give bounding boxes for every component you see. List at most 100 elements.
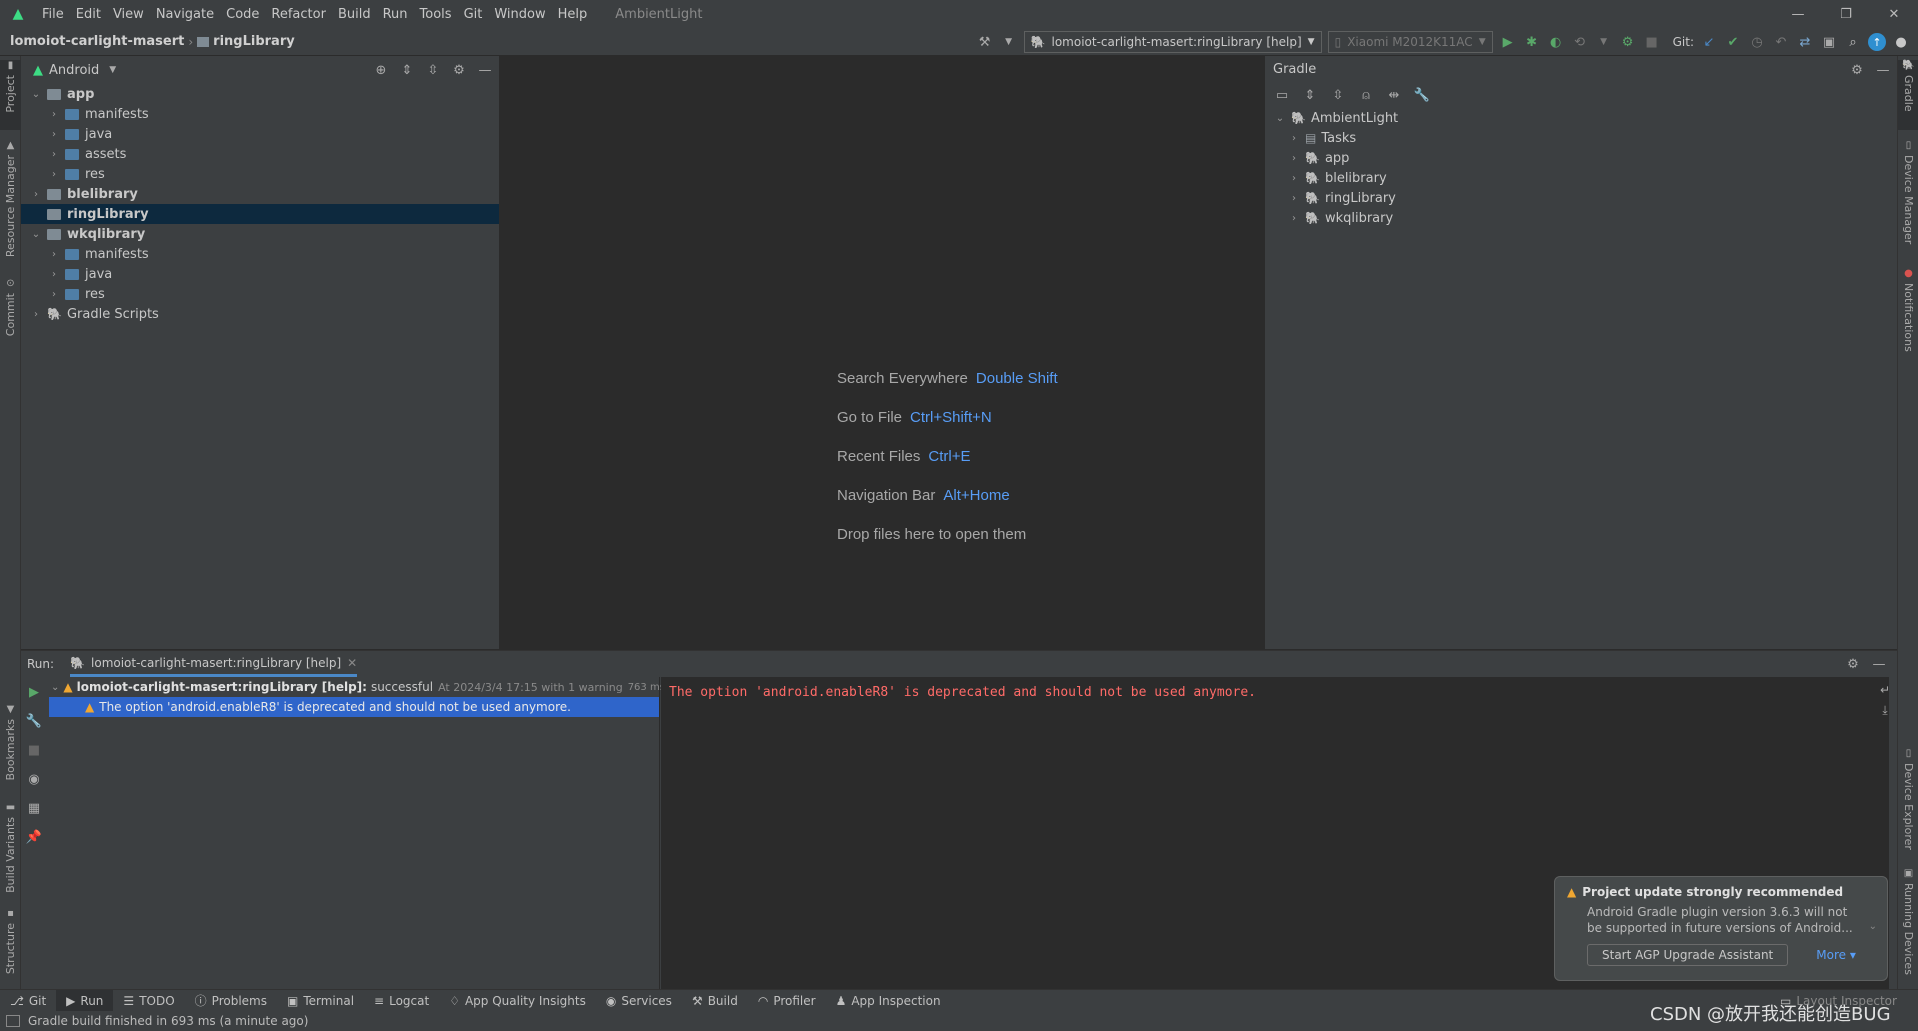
bottom-tab-terminal[interactable]: ▣ Terminal — [277, 990, 364, 1012]
menu-window[interactable]: Window — [488, 7, 551, 22]
run-play-icon[interactable]: ▶ — [1499, 33, 1517, 51]
locate-file-icon[interactable]: ⊕ — [373, 63, 389, 78]
project-tree-item[interactable]: › blelibrary — [21, 184, 499, 204]
tool-tab-device-manager[interactable]: ▯ Device Manager — [1898, 140, 1918, 260]
project-tree-item[interactable]: ⌄ wkqlibrary — [21, 224, 499, 244]
project-tree-item[interactable]: › assets — [21, 144, 499, 164]
menu-edit[interactable]: Edit — [70, 7, 107, 22]
expand-all-icon[interactable]: ⇕ — [1301, 88, 1319, 103]
chevron-right-icon[interactable]: › — [1287, 153, 1301, 164]
minimize-icon[interactable]: — — [1774, 0, 1822, 28]
profile-icon[interactable]: ⟲ — [1571, 33, 1589, 51]
stop-icon[interactable]: ■ — [28, 743, 40, 758]
git-commit-check-icon[interactable]: ✔ — [1724, 33, 1742, 51]
bottom-tab-app-quality-insights[interactable]: ♢ App Quality Insights — [439, 990, 596, 1012]
bottom-tab-run[interactable]: ▶ Run — [56, 989, 114, 1012]
debug-bug-icon[interactable]: ✱ — [1523, 33, 1541, 51]
device-manager-icon[interactable]: ▣ — [1820, 33, 1838, 51]
chevron-right-icon[interactable]: › — [1287, 173, 1301, 184]
run-configuration-select[interactable]: 🐘 lomoiot-carlight-masert:ringLibrary [h… — [1023, 31, 1322, 53]
build-result-row[interactable]: ⌄ ▲ lomoiot-carlight-masert:ringLibrary … — [49, 677, 665, 697]
chevron-down-icon[interactable]: ▼ — [1000, 33, 1018, 51]
restore-icon[interactable]: ❐ — [1822, 0, 1870, 28]
more-actions-link[interactable]: More ▾ — [1816, 948, 1856, 962]
tool-tab-project[interactable]: ▮ Project — [0, 60, 21, 130]
hide-panel-icon[interactable]: — — [477, 63, 493, 78]
menu-view[interactable]: View — [107, 7, 150, 22]
bottom-tab-app-inspection[interactable]: ♟ App Inspection — [826, 990, 951, 1012]
chevron-down-icon[interactable]: ⌄ — [29, 229, 43, 240]
gear-icon[interactable]: ⚙ — [1849, 63, 1865, 78]
git-update-icon[interactable]: ↙ — [1700, 33, 1718, 51]
account-avatar-icon[interactable]: ● — [1892, 33, 1910, 51]
project-tree-item[interactable]: › res — [21, 284, 499, 304]
menu-file[interactable]: File — [36, 7, 70, 22]
bottom-tab-logcat[interactable]: ≡ Logcat — [364, 990, 439, 1012]
gradle-tree-item[interactable]: › 🐘 wkqlibrary — [1265, 208, 1897, 228]
bottom-tab-todo[interactable]: ☰ TODO — [113, 990, 184, 1012]
git-history-icon[interactable]: ◷ — [1748, 33, 1766, 51]
status-toggle-icon[interactable] — [6, 1015, 20, 1027]
gear-icon[interactable]: ⚙ — [451, 63, 467, 78]
chevron-down-icon[interactable]: ⌄ — [1273, 113, 1287, 124]
pin-icon[interactable]: 📌 — [26, 830, 42, 845]
menu-git[interactable]: Git — [458, 7, 489, 22]
bottom-tab-build[interactable]: ⚒ Build — [682, 990, 748, 1012]
tool-tab-device-explorer[interactable]: ▯ Device Explorer — [1898, 748, 1918, 858]
menu-build[interactable]: Build — [332, 7, 377, 22]
eye-icon[interactable]: ◉ — [28, 772, 39, 787]
wrench-icon[interactable]: 🔧 — [1413, 88, 1431, 103]
project-tree-item[interactable]: › 🐘 Gradle Scripts — [21, 304, 499, 324]
chevron-right-icon[interactable]: › — [1287, 193, 1301, 204]
project-tree-item[interactable]: › java — [21, 264, 499, 284]
chevron-down-icon[interactable]: ⌄ — [51, 682, 59, 693]
tool-tab-resource-manager[interactable]: ▲ Resource Manager — [0, 140, 21, 270]
expand-all-icon[interactable]: ⇕ — [399, 63, 415, 78]
bottom-tab-problems[interactable]: ⓘ Problems — [185, 990, 277, 1012]
expand-notification-icon[interactable]: ⌄ — [1869, 921, 1877, 932]
scroll-to-end-icon[interactable]: ⤓ — [1882, 703, 1887, 718]
tool-tab-build-variants[interactable]: ▬ Build Variants — [0, 802, 21, 902]
gradle-tree-item[interactable]: › 🐘 blelibrary — [1265, 168, 1897, 188]
chevron-right-icon[interactable]: › — [47, 169, 61, 180]
menu-run[interactable]: Run — [377, 7, 414, 22]
gear-icon[interactable]: ⚙ — [1845, 657, 1861, 672]
menu-code[interactable]: Code — [220, 7, 265, 22]
gradle-tree-item[interactable]: › 🐘 ringLibrary — [1265, 188, 1897, 208]
chevron-right-icon[interactable]: › — [1287, 213, 1301, 224]
chevron-right-icon[interactable]: › — [29, 189, 43, 200]
sync-gradle-icon[interactable]: ⇄ — [1796, 33, 1814, 51]
chevron-right-icon[interactable]: › — [29, 309, 43, 320]
soft-wrap-icon[interactable]: ↵ — [1880, 683, 1890, 697]
project-tree-item[interactable]: ⌄ app — [21, 84, 499, 104]
bottom-tab-profiler[interactable]: ◠ Profiler — [748, 990, 826, 1012]
project-view-mode[interactable]: Android — [49, 63, 99, 78]
chevron-right-icon[interactable]: › — [47, 129, 61, 140]
gradle-tree-item[interactable]: › ▤ Tasks — [1265, 128, 1897, 148]
chevron-right-icon[interactable]: › — [1287, 133, 1301, 144]
build-hammer-icon[interactable]: ⚒ — [976, 33, 994, 51]
breadcrumb-module[interactable]: ringLibrary — [213, 34, 295, 49]
search-icon[interactable]: ⌕ — [1844, 33, 1862, 51]
toggle-offline-icon[interactable]: ▭ — [1273, 88, 1291, 103]
rerun-play-icon[interactable]: ▶ — [29, 685, 39, 700]
chevron-down-icon[interactable]: ▼ — [1595, 33, 1613, 51]
project-tree-item[interactable]: › res — [21, 164, 499, 184]
tool-tab-bookmarks[interactable]: ▼ Bookmarks — [0, 704, 21, 794]
chevron-right-icon[interactable]: › — [47, 149, 61, 160]
attach-debugger-icon[interactable]: ⚙ — [1619, 33, 1637, 51]
tool-tab-commit[interactable]: ⊙ Commit — [0, 278, 21, 338]
device-select[interactable]: ▯ Xiaomi M2012K11AC ▼ — [1327, 31, 1493, 53]
tool-tab-running-devices[interactable]: ▣ Running Devices — [1898, 868, 1918, 988]
gradle-tree-item[interactable]: › 🐘 app — [1265, 148, 1897, 168]
chevron-down-icon[interactable]: ⌄ — [29, 89, 43, 100]
collapse-all-icon[interactable]: ⇳ — [1329, 88, 1347, 103]
project-tree-item[interactable]: › manifests — [21, 104, 499, 124]
breadcrumb-project[interactable]: lomoiot-carlight-masert — [0, 34, 184, 49]
gradle-root-row[interactable]: ⌄ 🐘 AmbientLight — [1265, 108, 1897, 128]
start-agp-upgrade-button[interactable]: Start AGP Upgrade Assistant — [1587, 944, 1789, 966]
hide-panel-icon[interactable]: — — [1875, 63, 1891, 78]
hide-panel-icon[interactable]: — — [1871, 657, 1887, 672]
tool-tab-structure[interactable]: ▪ Structure — [0, 908, 21, 988]
chevron-right-icon[interactable]: › — [47, 249, 61, 260]
